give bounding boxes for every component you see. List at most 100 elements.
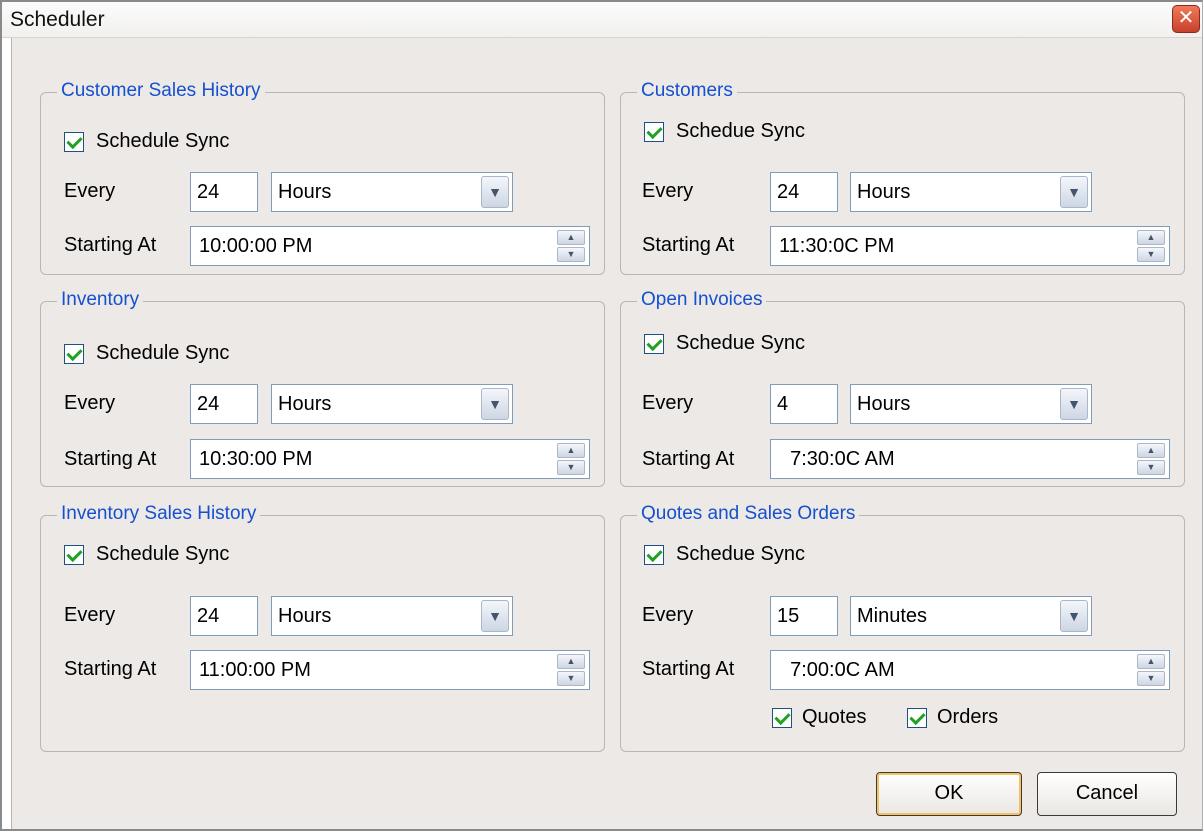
checkbox[interactable] [644,121,664,142]
schedule-sync-checkbox[interactable]: Schedue Sync [644,543,805,566]
group-title: Customers [637,79,737,103]
unit-select[interactable]: Minutes ▼ [850,596,1092,636]
group-title: Inventory [57,288,144,312]
checkbox[interactable] [64,544,84,565]
unit-select[interactable]: Hours ▼ [271,172,513,212]
group-title: Quotes and Sales Orders [637,502,860,526]
group-title: Customer Sales History [57,79,265,103]
checkbox-label: Schedule Sync [96,543,230,565]
start-time-input[interactable]: 7:00:0C AM ▲ ▼ [770,650,1170,690]
schedule-sync-checkbox[interactable]: Schedule Sync [64,342,229,365]
time-spinner[interactable]: ▲ ▼ [1137,654,1165,686]
every-label: Every [64,392,116,414]
chevron-down-icon[interactable]: ▼ [1060,176,1088,208]
start-time-input[interactable]: 10:30:00 PM ▲ ▼ [190,439,590,479]
starting-at-label: Starting At [64,234,157,256]
cancel-button[interactable]: Cancel [1037,772,1177,816]
spin-down-icon[interactable]: ▼ [1137,671,1165,686]
time-spinner[interactable]: ▲ ▼ [1137,443,1165,475]
group-title: Open Invoices [637,288,767,312]
checkbox-label: Schedule Sync [96,130,230,152]
spin-down-icon[interactable]: ▼ [557,460,585,475]
checkbox-label: Orders [937,706,999,728]
schedule-sync-checkbox[interactable]: Schedule Sync [64,543,229,566]
checkbox[interactable] [644,544,664,565]
start-time-value: 11:00:00 PM [199,659,311,681]
every-value-input[interactable]: 24 [190,384,258,424]
schedule-sync-checkbox[interactable]: Schedue Sync [644,332,805,355]
starting-at-label: Starting At [642,234,735,256]
start-time-value: 10:30:00 PM [199,448,313,470]
checkbox-label: Schedule Sync [96,342,230,364]
checkbox-label: Schedue Sync [676,120,805,142]
unit-select[interactable]: Hours ▼ [271,384,513,424]
starting-at-label: Starting At [642,448,735,470]
every-value-input[interactable]: 24 [190,172,258,212]
chevron-down-icon[interactable]: ▼ [481,600,509,632]
start-time-value: 11:30:0C PM [779,235,895,257]
every-label: Every [642,604,694,626]
start-time-input[interactable]: 11:00:00 PM ▲ ▼ [190,650,590,690]
unit-value: Hours [857,181,911,203]
checkbox[interactable] [772,707,792,728]
time-spinner[interactable]: ▲ ▼ [1137,230,1165,262]
every-value-input[interactable]: 4 [770,384,838,424]
start-time-input[interactable]: 10:00:00 PM ▲ ▼ [190,226,590,266]
chevron-down-icon[interactable]: ▼ [481,388,509,420]
unit-value: Minutes [857,605,928,627]
unit-value: Hours [278,393,332,415]
start-time-input[interactable]: 7:30:0C AM ▲ ▼ [770,439,1170,479]
spin-up-icon[interactable]: ▲ [557,443,585,458]
checkbox[interactable] [644,333,664,354]
spin-up-icon[interactable]: ▲ [557,230,585,245]
spin-up-icon[interactable]: ▲ [1137,443,1165,458]
orders-checkbox[interactable]: Orders [907,706,998,729]
window-title: Scheduler [10,8,105,31]
spin-down-icon[interactable]: ▼ [1137,247,1165,262]
checkbox-label: Quotes [802,706,867,728]
unit-select[interactable]: Hours ▼ [850,172,1092,212]
spin-up-icon[interactable]: ▲ [1137,654,1165,669]
schedule-sync-checkbox[interactable]: Schedue Sync [644,120,805,143]
starting-at-label: Starting At [64,448,157,470]
unit-select[interactable]: Hours ▼ [850,384,1092,424]
unit-value: Hours [857,393,911,415]
spin-down-icon[interactable]: ▼ [557,671,585,686]
every-value-input[interactable]: 24 [190,596,258,636]
spin-up-icon[interactable]: ▲ [1137,230,1165,245]
time-spinner[interactable]: ▲ ▼ [557,654,585,686]
schedule-sync-checkbox[interactable]: Schedule Sync [64,130,229,153]
starting-at-label: Starting At [64,658,157,680]
group-title: Inventory Sales History [57,502,261,526]
checkbox-label: Schedue Sync [676,543,805,565]
every-value-input[interactable]: 15 [770,596,838,636]
every-label: Every [642,392,694,414]
start-time-value: 7:30:0C AM [779,448,895,470]
checkbox[interactable] [907,707,927,728]
start-time-value: 10:00:00 PM [199,235,313,257]
chevron-down-icon[interactable]: ▼ [1060,600,1088,632]
chevron-down-icon[interactable]: ▼ [1060,388,1088,420]
every-label: Every [64,604,116,626]
every-label: Every [642,180,694,202]
checkbox[interactable] [64,343,84,364]
unit-value: Hours [278,605,332,627]
time-spinner[interactable]: ▲ ▼ [557,443,585,475]
spin-down-icon[interactable]: ▼ [1137,460,1165,475]
quotes-checkbox[interactable]: Quotes [772,706,866,729]
every-label: Every [64,180,116,202]
spin-up-icon[interactable]: ▲ [557,654,585,669]
checkbox[interactable] [64,131,84,152]
ok-button[interactable]: OK [876,772,1022,816]
window-left-edge [2,38,12,829]
chevron-down-icon[interactable]: ▼ [481,176,509,208]
title-bar[interactable]: Scheduler ✕ [2,2,1202,38]
close-icon[interactable]: ✕ [1172,5,1200,33]
start-time-input[interactable]: 11:30:0C PM ▲ ▼ [770,226,1170,266]
start-time-value: 7:00:0C AM [779,659,895,681]
spin-down-icon[interactable]: ▼ [557,247,585,262]
every-value-input[interactable]: 24 [770,172,838,212]
time-spinner[interactable]: ▲ ▼ [557,230,585,262]
unit-select[interactable]: Hours ▼ [271,596,513,636]
unit-value: Hours [278,181,332,203]
